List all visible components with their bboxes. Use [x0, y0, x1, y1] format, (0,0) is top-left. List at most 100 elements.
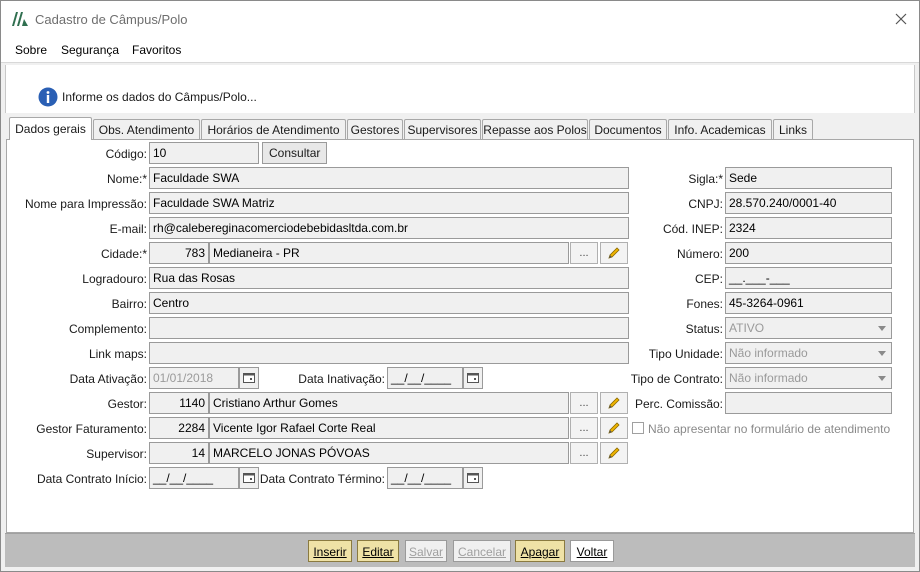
inserir-button[interactable]: Inserir	[308, 540, 352, 562]
tab-supervisores[interactable]: Supervisores	[404, 119, 481, 139]
gestor-faturamento-name-input[interactable]: Vicente Igor Rafael Corte Real	[209, 417, 569, 439]
data-contrato-termino-calendar-button[interactable]	[463, 467, 483, 489]
nao-apresentar-checkbox[interactable]	[632, 422, 644, 434]
pencil-icon	[608, 247, 620, 259]
cod-inep-label: Cód. INEP:	[662, 222, 723, 236]
nome-impressao-label: Nome para Impressão:	[24, 197, 147, 211]
data-contrato-inicio-calendar-button[interactable]	[239, 467, 259, 489]
cnpj-input[interactable]: 28.570.240/0001-40	[725, 192, 892, 214]
complemento-input[interactable]	[149, 317, 629, 339]
data-contrato-termino-input[interactable]: __/__/____	[387, 467, 463, 489]
pencil-icon	[608, 422, 620, 434]
data-contrato-inicio-label: Data Contrato Início:	[36, 472, 147, 486]
menu-favoritos[interactable]: Favoritos	[132, 43, 181, 57]
logradouro-input[interactable]: Rua das Rosas	[149, 267, 629, 289]
cidade-code-input[interactable]: 783	[149, 242, 209, 264]
title-bar: Cadastro de Câmpus/Polo	[1, 1, 919, 37]
gestor-faturamento-lookup-button[interactable]: ...	[570, 417, 598, 439]
tab-horarios-atendimento[interactable]: Horários de Atendimento	[201, 119, 346, 139]
tipo-contrato-label: Tipo de Contrato:	[630, 372, 723, 386]
numero-input[interactable]: 200	[725, 242, 892, 264]
fones-input[interactable]: 45-3264-0961	[725, 292, 892, 314]
cep-input[interactable]: __.___-___	[725, 267, 892, 289]
nao-apresentar-label: Não apresentar no formulário de atendime…	[648, 422, 891, 436]
app-logo-icon	[12, 12, 28, 26]
tipo-contrato-select[interactable]: Não informado	[725, 367, 892, 389]
data-inativacao-input[interactable]: __/__/____	[387, 367, 463, 389]
cnpj-label: CNPJ:	[688, 197, 723, 211]
status-select[interactable]: ATIVO	[725, 317, 892, 339]
cidade-label: Cidade:*	[100, 247, 147, 261]
cidade-name-input[interactable]: Medianeira - PR	[209, 242, 569, 264]
tab-repasse-polos[interactable]: Repasse aos Polos	[482, 119, 588, 139]
info-message: Informe os dados do Câmpus/Polo...	[62, 90, 257, 104]
editar-label: Editar	[362, 545, 394, 559]
window: Cadastro de Câmpus/Polo Sobre Segurança …	[0, 0, 920, 572]
supervisor-lookup-button[interactable]: ...	[570, 442, 598, 464]
bairro-input[interactable]: Centro	[149, 292, 629, 314]
perc-comissao-label: Perc. Comissão:	[634, 397, 723, 411]
window-title: Cadastro de Câmpus/Polo	[35, 12, 188, 27]
data-ativacao-label: Data Ativação:	[69, 372, 147, 386]
sigla-input[interactable]: Sede	[725, 167, 892, 189]
salvar-button[interactable]: Salvar	[405, 540, 447, 562]
gestor-faturamento-edit-button[interactable]	[600, 417, 628, 439]
cancelar-button[interactable]: Cancelar	[453, 540, 511, 562]
email-label: E-mail:	[109, 222, 147, 236]
supervisor-label: Supervisor:	[86, 447, 147, 461]
pencil-icon	[608, 447, 620, 459]
tab-obs-atendimento[interactable]: Obs. Atendimento	[93, 119, 200, 139]
link-maps-label: Link maps:	[88, 347, 147, 361]
pencil-icon	[608, 397, 620, 409]
calendar-icon	[243, 373, 255, 383]
link-maps-input[interactable]	[149, 342, 629, 364]
info-panel: Informe os dados do Câmpus/Polo...	[5, 65, 915, 113]
gestor-code-input[interactable]: 1140	[149, 392, 209, 414]
data-contrato-inicio-input[interactable]: __/__/____	[149, 467, 239, 489]
data-ativacao-input[interactable]: 01/01/2018	[149, 367, 239, 389]
supervisor-code-input[interactable]: 14	[149, 442, 209, 464]
numero-label: Número:	[676, 247, 723, 261]
tab-dados-gerais[interactable]: Dados gerais	[9, 117, 92, 140]
codigo-input[interactable]: 10	[149, 142, 259, 164]
inserir-label: Inserir	[313, 545, 347, 559]
apagar-label: Apagar	[520, 545, 560, 559]
nome-impressao-input[interactable]: Faculdade SWA Matriz	[149, 192, 629, 214]
sigla-label: Sigla:*	[688, 172, 723, 186]
data-inativacao-label: Data Inativação:	[298, 372, 385, 386]
tab-gestores[interactable]: Gestores	[347, 119, 403, 139]
perc-comissao-input[interactable]	[725, 392, 892, 414]
cep-label: CEP:	[694, 272, 723, 286]
info-icon	[38, 87, 58, 107]
cidade-lookup-button[interactable]: ...	[570, 242, 598, 264]
data-ativacao-calendar-button[interactable]	[239, 367, 259, 389]
calendar-icon	[467, 373, 479, 383]
apagar-button[interactable]: Apagar	[515, 540, 565, 562]
supervisor-edit-button[interactable]	[600, 442, 628, 464]
voltar-button[interactable]: Voltar	[570, 540, 614, 562]
gestor-faturamento-label: Gestor Faturamento:	[36, 422, 147, 436]
codigo-label: Código:	[105, 147, 147, 161]
consultar-button[interactable]: Consultar	[262, 142, 328, 164]
email-input[interactable]: rh@calebereginacomerciodebebidasltda.com…	[149, 217, 629, 239]
cod-inep-input[interactable]: 2324	[725, 217, 892, 239]
menu-bar: Sobre Segurança Favoritos	[1, 37, 919, 63]
gestor-label: Gestor:	[107, 397, 147, 411]
tipo-unidade-select[interactable]: Não informado	[725, 342, 892, 364]
tab-info-academicas[interactable]: Info. Academicas	[668, 119, 772, 139]
tab-links[interactable]: Links	[773, 119, 813, 139]
supervisor-name-input[interactable]: MARCELO JONAS PÓVOAS	[209, 442, 569, 464]
nome-input[interactable]: Faculdade SWA	[149, 167, 629, 189]
gestor-name-input[interactable]: Cristiano Arthur Gomes	[209, 392, 569, 414]
cancelar-label: Cancelar	[457, 545, 507, 559]
close-button[interactable]	[889, 8, 913, 30]
menu-seguranca[interactable]: Segurança	[61, 43, 119, 57]
gestor-faturamento-code-input[interactable]: 2284	[149, 417, 209, 439]
calendar-icon	[467, 473, 479, 483]
calendar-icon	[243, 473, 255, 483]
gestor-lookup-button[interactable]: ...	[570, 392, 598, 414]
menu-sobre[interactable]: Sobre	[15, 43, 47, 57]
data-inativacao-calendar-button[interactable]	[463, 367, 483, 389]
tab-documentos[interactable]: Documentos	[589, 119, 667, 139]
editar-button[interactable]: Editar	[357, 540, 399, 562]
